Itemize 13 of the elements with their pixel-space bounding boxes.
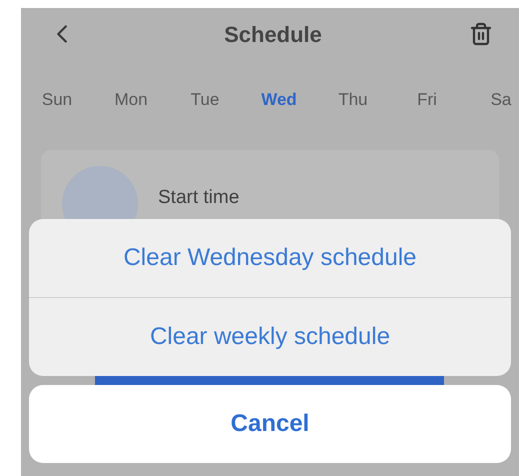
trash-icon[interactable] <box>469 22 493 46</box>
day-tab[interactable]: Sa <box>490 87 512 113</box>
sheet-action[interactable]: Clear Wednesday schedule <box>29 219 511 297</box>
day-tab[interactable]: Mon <box>114 87 148 113</box>
sheet-action[interactable]: Clear weekly schedule <box>29 297 511 376</box>
day-tab[interactable]: Fri <box>417 87 437 113</box>
start-time-label: Start time <box>158 186 240 210</box>
day-tab[interactable]: Sun <box>42 87 72 113</box>
day-tab[interactable]: Wed <box>261 87 297 113</box>
cancel-button[interactable]: Cancel <box>29 385 511 463</box>
screen-title: Schedule <box>224 20 322 48</box>
day-tab[interactable]: Thu <box>338 87 368 113</box>
day-tab[interactable]: Tue <box>190 87 220 113</box>
